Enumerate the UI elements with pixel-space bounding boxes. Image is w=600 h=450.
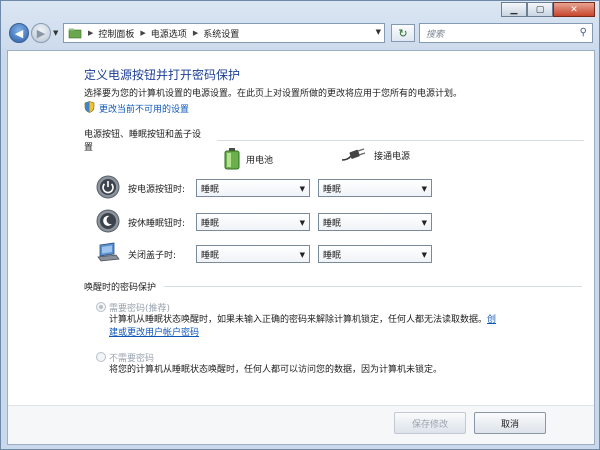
no-password-radio[interactable]: [96, 352, 106, 362]
window: ▁ ▢ ✕ ◀ ▶ ▼ ▶ 控制面板 ▶ 电源选项 ▶ 系统设置 ▼ ↻ 搜索 …: [0, 0, 600, 450]
search-input[interactable]: 搜索 ⚲: [419, 23, 593, 43]
plugged-column-header: 接通电源: [342, 148, 410, 162]
arrow-right-icon: ▶: [36, 26, 46, 40]
back-button[interactable]: ◀: [9, 23, 29, 43]
change-unavailable-settings-link[interactable]: 更改当前不可用的设置: [99, 102, 189, 115]
chevron-down-icon: ▼: [299, 219, 305, 227]
power-button-label: 按电源按钮时:: [128, 185, 186, 195]
plugged-column-label: 接通电源: [374, 151, 411, 162]
close-lid-battery-select[interactable]: 睡眠 ▼: [196, 245, 310, 263]
power-button-row: 按电源按钮时: 睡眠 ▼ 睡眠 ▼: [92, 175, 452, 201]
main-content: 定义电源按钮并打开密码保护 选择要为您的计算机设置的电源设置。在此页上对设置所做…: [7, 50, 595, 445]
chevron-down-icon: ▼: [299, 251, 305, 259]
battery-column-header: 用电池: [224, 148, 273, 170]
forward-button[interactable]: ▶: [31, 23, 51, 43]
sleep-button-row: 按休睡眠钮时: 睡眠 ▼ 睡眠 ▼: [92, 209, 452, 235]
breadcrumb-separator-icon: ▶: [88, 29, 94, 37]
search-icon[interactable]: ⚲: [580, 27, 587, 38]
page-description: 选择要为您的计算机设置的电源设置。在此页上对设置所做的更改将应用于您所有的电源计…: [84, 89, 463, 99]
caption-buttons: ▁ ▢ ✕: [501, 2, 595, 17]
minimize-button[interactable]: ▁: [501, 2, 527, 17]
sleep-button-battery-select[interactable]: 睡眠 ▼: [196, 213, 310, 231]
close-button[interactable]: ✕: [553, 2, 595, 17]
breadcrumb-power-options[interactable]: 电源选项: [151, 27, 187, 40]
arrow-left-icon: ◀: [14, 26, 24, 40]
sleep-button-icon: [96, 209, 120, 233]
address-bar[interactable]: ▶ 控制面板 ▶ 电源选项 ▶ 系统设置 ▼: [63, 23, 385, 43]
select-value: 睡眠: [323, 218, 342, 229]
maximize-button[interactable]: ▢: [527, 2, 553, 17]
create-password-link-part1[interactable]: 创: [487, 315, 496, 325]
chevron-down-icon: ▼: [421, 219, 427, 227]
power-button-battery-select[interactable]: 睡眠 ▼: [196, 179, 310, 197]
chevron-down-icon: ▼: [421, 251, 427, 259]
create-password-link[interactable]: 建或更改用户帐户密码: [109, 328, 199, 338]
power-button-plugged-select[interactable]: 睡眠 ▼: [318, 179, 432, 197]
divider: [217, 139, 584, 141]
power-button-icon: [96, 175, 120, 199]
cancel-button[interactable]: 取消: [474, 412, 546, 434]
close-lid-label: 关闭盖子时:: [128, 251, 177, 261]
footer: 保存修改 取消: [8, 405, 594, 444]
power-section-header: 电源按钮、睡眠按钮和盖子设置: [84, 127, 584, 153]
close-lid-plugged-select[interactable]: 睡眠 ▼: [318, 245, 432, 263]
password-section-header: 唤醒时的密码保护: [84, 280, 584, 293]
breadcrumb-separator-icon: ▶: [192, 29, 199, 37]
close-lid-row: 关闭盖子时: 睡眠 ▼ 睡眠 ▼: [92, 241, 452, 267]
battery-column-label: 用电池: [246, 155, 274, 166]
refresh-button[interactable]: ↻: [391, 24, 415, 42]
sleep-button-plugged-select[interactable]: 睡眠 ▼: [318, 213, 432, 231]
divider: [164, 286, 583, 287]
select-value: 睡眠: [201, 250, 220, 261]
password-section-label: 唤醒时的密码保护: [84, 283, 157, 293]
sleep-button-label: 按休睡眠钮时:: [128, 219, 186, 229]
no-password-label: 不需要密码: [109, 354, 155, 364]
breadcrumb-system-settings[interactable]: 系统设置: [203, 27, 239, 40]
navigation-bar: ◀ ▶ ▼ ▶ 控制面板 ▶ 电源选项 ▶ 系统设置 ▼ ↻ 搜索 ⚲: [7, 21, 595, 47]
history-dropdown-icon[interactable]: ▼: [53, 29, 58, 37]
select-value: 睡眠: [323, 184, 342, 195]
require-password-desc-text: 计算机从睡眠状态唤醒时，如果未输入正确的密码来解除计算机锁定，任何人都无法读取数…: [109, 315, 488, 325]
require-password-description: 计算机从睡眠状态唤醒时，如果未输入正确的密码来解除计算机锁定，任何人都无法读取数…: [109, 314, 529, 340]
battery-icon: [224, 148, 240, 170]
breadcrumb-separator-icon: ▶: [140, 29, 146, 37]
select-value: 睡眠: [323, 250, 342, 261]
power-plug-icon: [342, 148, 366, 161]
require-password-radio[interactable]: [96, 302, 106, 312]
address-dropdown-icon[interactable]: ▼: [376, 28, 381, 36]
chevron-down-icon: ▼: [421, 185, 427, 193]
refresh-icon: ↻: [398, 26, 408, 40]
breadcrumb-control-panel[interactable]: 控制面板: [98, 27, 134, 40]
require-password-label: 需要密码(推荐): [109, 304, 171, 314]
chevron-down-icon: ▼: [299, 185, 305, 193]
power-section-label: 电源按钮、睡眠按钮和盖子设置: [84, 130, 202, 153]
shield-icon: [84, 101, 95, 113]
control-panel-icon: [68, 28, 82, 39]
search-placeholder: 搜索: [426, 29, 445, 40]
select-value: 睡眠: [201, 184, 220, 195]
save-changes-button[interactable]: 保存修改: [394, 412, 466, 434]
laptop-lid-icon: [97, 242, 120, 262]
no-password-description: 将您的计算机从睡眠状态唤醒时，任何人都可以访问您的数据，因为计算机未锁定。: [109, 365, 443, 375]
page-title: 定义电源按钮并打开密码保护: [84, 68, 241, 82]
select-value: 睡眠: [201, 218, 220, 229]
